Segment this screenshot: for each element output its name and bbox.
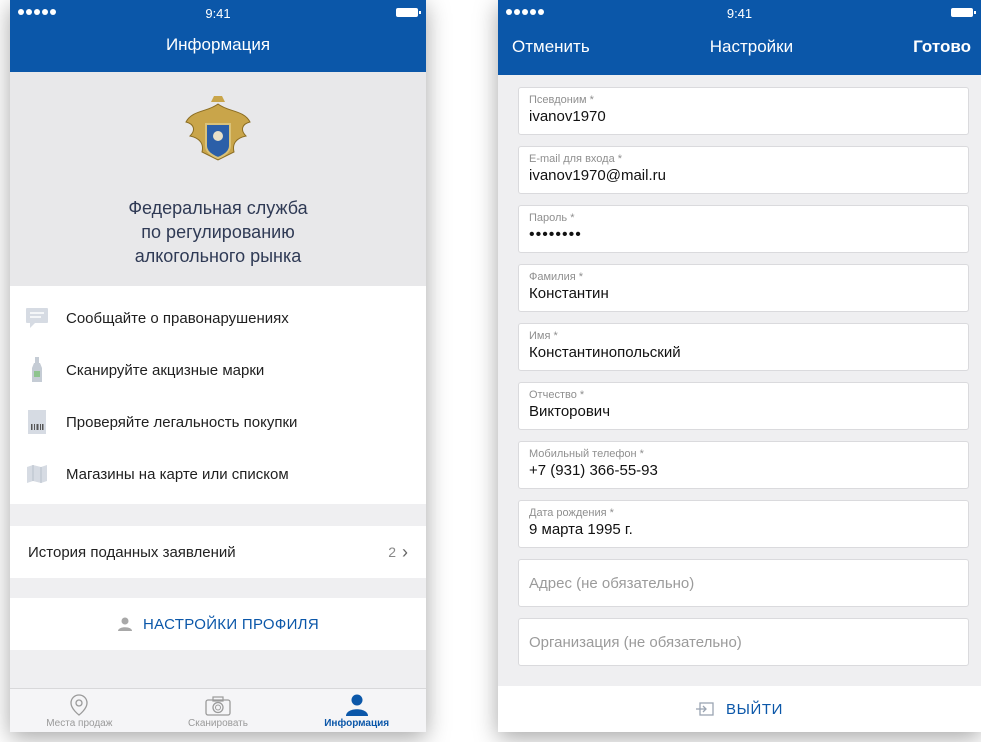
profile-settings-label: НАСТРОЙКИ ПРОФИЛЯ [143, 615, 319, 633]
surname-field[interactable]: Фамилия * Константин [518, 264, 969, 312]
nav-bar: 9:41 Информация [10, 0, 426, 72]
birthdate-field[interactable]: Дата рождения * 9 марта 1995 г. [518, 500, 969, 548]
feature-list: Сообщайте о правонарушениях Сканируйте а… [10, 286, 426, 504]
feature-scan[interactable]: Сканируйте акцизные марки [10, 344, 426, 396]
history-label: История поданных заявлений [28, 543, 236, 561]
chevron-right-icon: › [402, 541, 408, 562]
org-name: Федеральная служба по регулированию алко… [128, 198, 308, 266]
person-icon [345, 692, 369, 716]
tab-places[interactable]: Места продаж [10, 689, 149, 732]
status-time: 9:41 [205, 5, 231, 21]
feature-report[interactable]: Сообщайте о правонарушениях [10, 292, 426, 344]
logout-label: ВЫЙТИ [725, 700, 783, 718]
org-header: Федеральная служба по регулированию алко… [10, 72, 426, 286]
settings-navbar: Отменить Настройки Готово [498, 37, 981, 57]
settings-screen: 9:41 Отменить Настройки Готово Псевдоним… [498, 0, 981, 732]
nickname-field[interactable]: Псевдоним * ivanov1970 [518, 87, 969, 135]
status-bar: 9:41 [10, 0, 426, 26]
patronymic-field[interactable]: Отчество * Викторович [518, 382, 969, 430]
tab-bar: Места продаж Сканировать Информация [10, 688, 426, 732]
feature-map[interactable]: Магазины на карте или списком [10, 448, 426, 500]
camera-icon [205, 692, 231, 716]
password-field[interactable]: Пароль * •••••••• [518, 205, 969, 253]
barcode-icon [24, 409, 50, 435]
signal-icon [18, 9, 56, 15]
address-field[interactable]: Адрес (не обязательно) [518, 559, 969, 607]
feature-check[interactable]: Проверяйте легальность покупки [10, 396, 426, 448]
page-title: Информация [165, 35, 271, 54]
status-time: 9:41 [726, 5, 753, 21]
tab-info[interactable]: Информация [287, 689, 426, 732]
person-icon [117, 617, 133, 631]
location-pin-icon [70, 692, 88, 716]
battery-icon [396, 8, 421, 17]
first-name-field[interactable]: Имя * Константинопольский [518, 323, 969, 371]
history-row[interactable]: История поданных заявлений 2 › [10, 526, 426, 578]
cancel-button[interactable]: Отменить [512, 37, 590, 57]
profile-settings-button[interactable]: НАСТРОЙКИ ПРОФИЛЯ [10, 598, 426, 650]
done-button[interactable]: Готово [913, 37, 971, 57]
phone-field[interactable]: Мобильный телефон * +7 (931) 366-55-93 [518, 441, 969, 489]
email-field[interactable]: E-mail для входа * ivanov1970@mail.ru [518, 146, 969, 194]
signal-icon [506, 9, 544, 15]
battery-icon [951, 8, 976, 17]
info-screen: 9:41 Информация Федеральная служба по ре… [10, 0, 426, 732]
bottle-icon [24, 357, 50, 383]
nav-bar: 9:41 Отменить Настройки Готово [498, 0, 981, 75]
emblem-icon [185, 96, 251, 161]
tab-scan[interactable]: Сканировать [149, 689, 288, 732]
settings-form: Псевдоним * ivanov1970 E-mail для входа … [498, 75, 981, 666]
status-bar: 9:41 [498, 0, 981, 26]
page-title: Настройки [709, 37, 794, 56]
organization-field[interactable]: Организация (не обязательно) [518, 618, 969, 666]
logout-icon [695, 702, 714, 716]
logout-button[interactable]: ВЫЙТИ [498, 686, 981, 732]
history-count: 2 [388, 544, 396, 560]
chat-icon [24, 305, 50, 331]
map-icon [24, 461, 50, 487]
